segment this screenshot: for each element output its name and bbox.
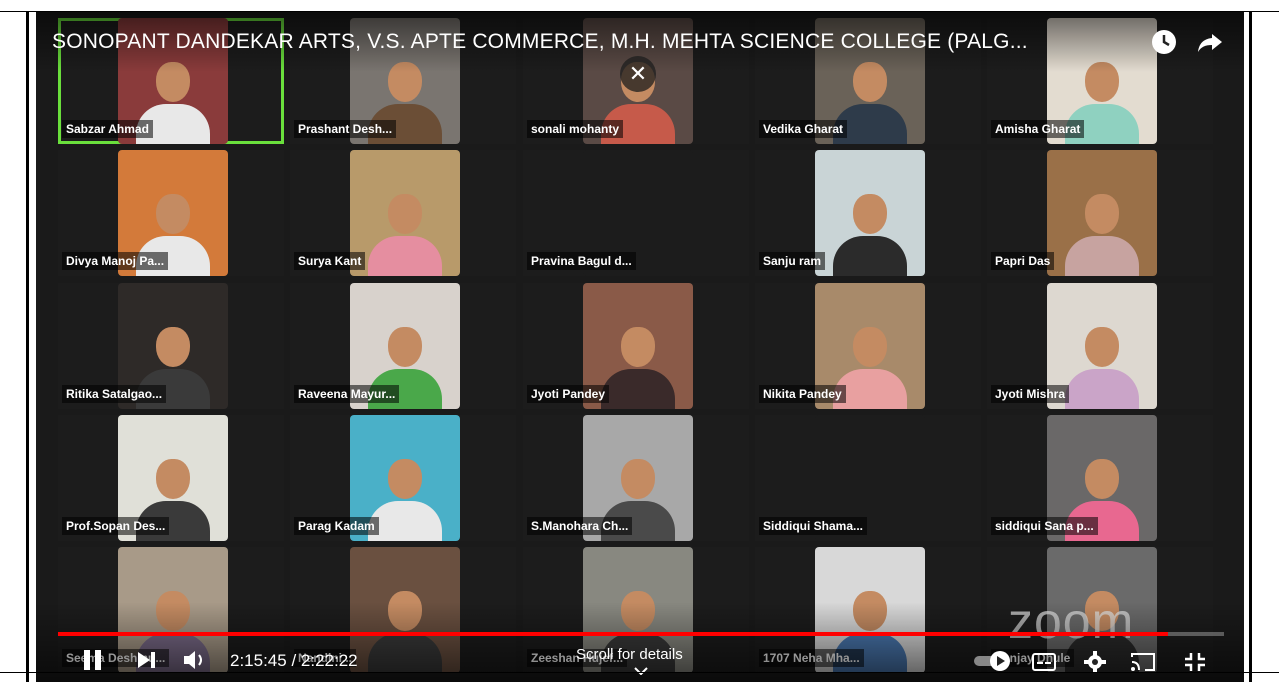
participant-tile[interactable]: Raveena Mayur... [290,283,516,409]
participant-name: siddiqui Sana p... [991,517,1098,535]
participant-head [388,459,422,499]
participant-name: Parag Kadam [294,517,379,535]
participant-silhouette [368,445,442,541]
participant-tile[interactable]: Nikita Pandey [755,283,981,409]
participant-name: sonali mohanty [527,120,624,138]
participant-head [621,327,655,367]
participant-silhouette [368,180,442,276]
clock-icon[interactable] [1150,28,1178,56]
cast-icon[interactable] [1130,651,1156,678]
frame-border-bottom [0,672,1279,673]
participant-tile[interactable]: Prof.Sopan Des... [58,415,284,541]
participant-tile[interactable]: Siddiqui Shama... [755,415,981,541]
participant-head [156,194,190,234]
share-icon[interactable] [1196,28,1224,56]
participant-body [1065,369,1139,409]
participant-name: Prof.Sopan Des... [62,517,170,535]
participant-name: Raveena Mayur... [294,385,400,403]
participant-tile[interactable]: Pravina Bagul d... [523,150,749,276]
video-title[interactable]: SONOPANT DANDEKAR ARTS, V.S. APTE COMMER… [52,30,1142,54]
participant-body [1065,236,1139,276]
participant-name: Vedika Gharat [759,120,848,138]
participant-tile[interactable]: Jyoti Pandey [523,283,749,409]
frame-border-right [1249,12,1252,682]
participant-name: Surya Kant [294,252,366,270]
time-display: 2:15:45 / 2:22:22 [230,651,358,671]
participant-head [1085,194,1119,234]
participant-body [601,369,675,409]
progress-played [58,632,1168,636]
participant-body [368,501,442,541]
frame-border-left [26,12,29,682]
participant-silhouette [601,313,675,409]
exit-fullscreen-icon[interactable] [1184,652,1206,677]
participant-head [156,327,190,367]
participant-head [156,459,190,499]
participant-tile[interactable]: Jyoti Mishra [987,283,1213,409]
participant-head [388,327,422,367]
participant-name: Siddiqui Shama... [759,517,868,535]
participant-name: Jyoti Mishra [991,385,1070,403]
participant-name: Ritika Satalgao... [62,385,167,403]
duration: 2:22:22 [300,651,358,670]
participant-head [388,194,422,234]
participant-name: Amisha Gharat [991,120,1085,138]
participant-silhouette [1065,313,1139,409]
subtitles-icon[interactable] [1032,652,1056,677]
participant-name: Sabzar Ahmad [62,120,153,138]
participant-name: Papri Das [991,252,1055,270]
participant-head [853,194,887,234]
participant-head [853,327,887,367]
participant-name: Sanju ram [759,252,826,270]
participant-name: Pravina Bagul d... [527,252,636,270]
progress-bar[interactable] [58,632,1224,636]
participant-tile[interactable]: Sanju ram [755,150,981,276]
participant-body [833,236,907,276]
close-icon[interactable]: ✕ [620,56,656,92]
participant-head [1085,459,1119,499]
participant-tile[interactable]: Divya Manoj Pa... [58,150,284,276]
participant-name: Jyoti Pandey [527,385,610,403]
participant-tile[interactable]: siddiqui Sana p... [987,415,1213,541]
participant-head [1085,327,1119,367]
participant-head [621,459,655,499]
gear-icon[interactable] [1084,651,1106,678]
participant-tile[interactable]: Papri Das [987,150,1213,276]
participant-video [1047,150,1157,276]
participant-tile[interactable]: S.Manohara Ch... [523,415,749,541]
participant-video [350,150,460,276]
chevron-down-icon[interactable] [634,664,648,678]
participant-name: Prashant Desh... [294,120,397,138]
video-player[interactable]: Sabzar Ahmad Prashant Desh... sonali mohan… [36,12,1244,682]
participant-name: S.Manohara Ch... [527,517,633,535]
participant-name: Nikita Pandey [759,385,846,403]
participant-silhouette [833,180,907,276]
participant-tile[interactable]: Ritika Satalgao... [58,283,284,409]
participant-name: Divya Manoj Pa... [62,252,169,270]
participant-tile[interactable]: Surya Kant [290,150,516,276]
time-separator: / [286,651,301,670]
participant-video [815,150,925,276]
participant-tile[interactable]: Parag Kadam [290,415,516,541]
current-time: 2:15:45 [230,651,287,670]
participant-silhouette [1065,180,1139,276]
top-page-strip [0,0,1279,12]
scroll-hint[interactable]: Scroll for details [576,646,683,663]
participant-body [368,236,442,276]
